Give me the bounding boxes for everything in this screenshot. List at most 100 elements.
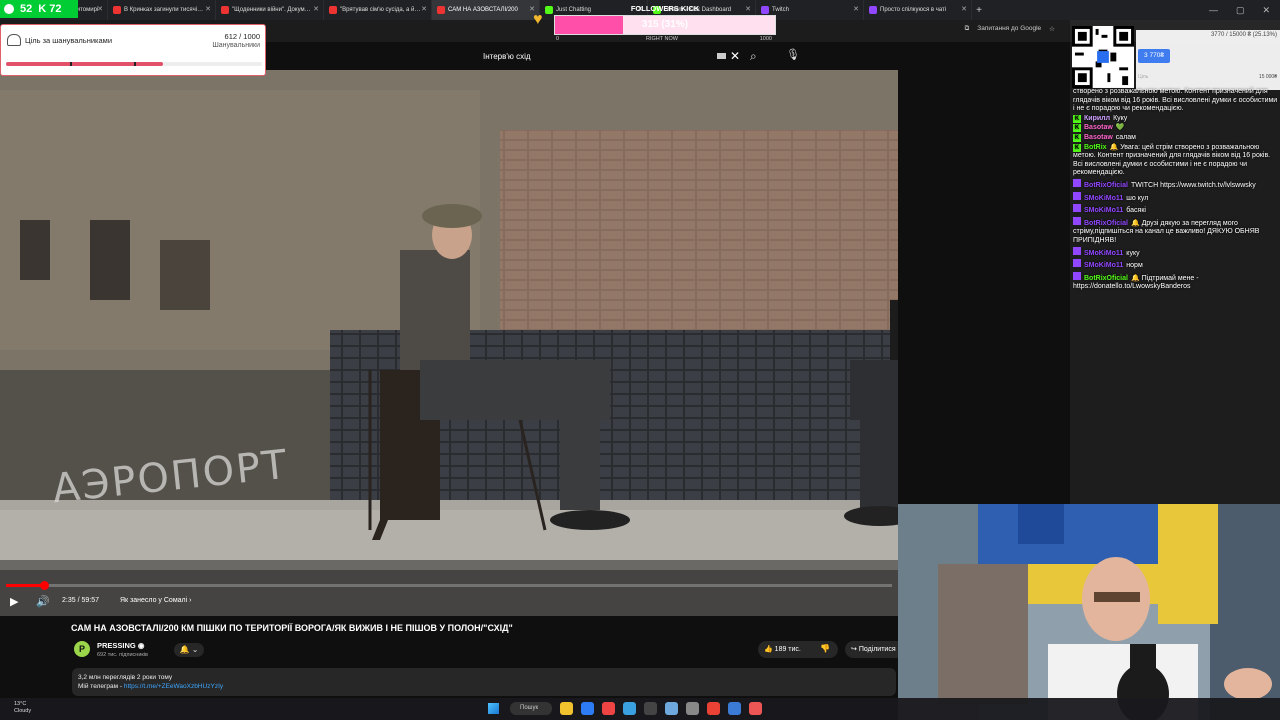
- microphone-icon[interactable]: 🎙: [786, 48, 800, 64]
- goal-tick: [134, 62, 136, 66]
- close-tab-icon[interactable]: ✕: [313, 0, 319, 20]
- chat-text: куку: [1126, 249, 1140, 257]
- chat-username[interactable]: Кирилл: [1084, 115, 1110, 122]
- chat-message: K Basotaw салам: [1073, 133, 1279, 143]
- search-icon[interactable]: ⌕: [750, 49, 757, 64]
- close-tab-icon[interactable]: ✕: [853, 0, 859, 20]
- taskbar-app-icon[interactable]: [644, 702, 657, 715]
- video-player[interactable]: АЭРОПОРТ ▶ 🔊 2:35 / 59:57 Як занесло у С…: [0, 70, 898, 616]
- keyboard-icon[interactable]: [717, 53, 726, 59]
- browser-tab[interactable]: САМ НА АЗОВСТАЛІ/200 ✕: [432, 0, 540, 20]
- kick-icon: K: [1073, 133, 1081, 142]
- verified-icon: ◉: [137, 641, 145, 650]
- close-window-button[interactable]: ✕: [1262, 5, 1270, 16]
- channel-name[interactable]: PRESSING ◉: [97, 641, 144, 650]
- taskbar-app-icon[interactable]: [560, 702, 573, 715]
- taskbar-search[interactable]: Пошук: [510, 702, 552, 715]
- notification-bell-button[interactable]: 🔔 ⌄: [174, 643, 204, 657]
- like-dislike-group: 👍 189 тис. 👎: [758, 641, 838, 658]
- search-box[interactable]: Інтерв'ю схід ✕: [476, 47, 746, 67]
- taskbar-app-icon[interactable]: [707, 702, 720, 715]
- donation-max: 15 000₴: [1258, 74, 1277, 80]
- play-icon[interactable]: ▶: [10, 595, 18, 608]
- bookmark-item[interactable]: Запитання до Google: [977, 25, 1041, 33]
- browser-tab[interactable]: Просто спілкуюся в чаті ✕: [864, 0, 972, 20]
- view-count: 3,2 млн переглядів 2 роки тому: [78, 674, 173, 681]
- chat-message: K Basotaw 💚: [1073, 124, 1279, 133]
- goal-tick: [70, 62, 72, 66]
- volume-icon[interactable]: 🔊: [36, 595, 50, 608]
- chat-username[interactable]: SMoKiMo11: [1084, 262, 1123, 269]
- followers-value: 315 (31%): [641, 19, 689, 30]
- tab-favicon-icon: [221, 6, 229, 14]
- chat-message: створено з розважальною метою. Контент п…: [1073, 88, 1279, 114]
- followers-max: 1000: [759, 36, 772, 42]
- chat-text: норм: [1126, 262, 1143, 270]
- share-label: Поділитися: [858, 646, 896, 653]
- tab-label: "Щоденники війни". Докум…: [232, 7, 311, 13]
- subscriber-count: 692 тис. підписників: [97, 652, 148, 658]
- chat-messages: створено з розважальною метою. Контент п…: [1073, 88, 1279, 293]
- search-input[interactable]: Інтерв'ю схід: [483, 52, 531, 61]
- chat-username[interactable]: Basotaw: [1084, 134, 1113, 141]
- chat-message: SMoKiMo11 норм: [1073, 259, 1279, 271]
- close-tab-icon[interactable]: ✕: [961, 0, 967, 20]
- goal-subtitle: Шанувальники: [212, 42, 260, 49]
- window-controls: — ▢ ✕: [1209, 5, 1280, 16]
- kick-viewer-badge: 52 K 72: [0, 0, 78, 18]
- taskbar-apps: [560, 702, 762, 715]
- taskbar-app-icon[interactable]: [602, 702, 615, 715]
- followers-mid: RIGHT NOW: [646, 36, 678, 42]
- chat-username[interactable]: SMoKiMo11: [1084, 207, 1123, 214]
- chat-username[interactable]: BotRix: [1084, 144, 1107, 151]
- close-tab-icon[interactable]: ✕: [205, 0, 211, 20]
- taskbar-app-icon[interactable]: [665, 702, 678, 715]
- video-progress-bar[interactable]: [6, 581, 892, 590]
- browser-tab[interactable]: "Щоденники війни". Докум… ✕: [216, 0, 324, 20]
- chat-username[interactable]: BotRixOficial: [1084, 182, 1128, 189]
- browser-tab[interactable]: В Кринках загинули тисячі… ✕: [108, 0, 216, 20]
- chat-username[interactable]: SMoKiMo11: [1084, 250, 1123, 257]
- share-button[interactable]: ↪ Поділитися: [845, 641, 905, 658]
- chat-username[interactable]: BotRixOficial: [1084, 220, 1128, 227]
- browser-tab[interactable]: "Врятував сім'ю сусіда, а й… ✕: [324, 0, 432, 20]
- maximize-button[interactable]: ▢: [1236, 5, 1245, 16]
- weather-widget[interactable]: 13°C Cloudy: [14, 701, 31, 715]
- twitch-icon: [1073, 246, 1081, 255]
- taskbar-app-icon[interactable]: [623, 702, 636, 715]
- stream-chat-panel: 3770 / 15000 ₴ (25.13%) 3 770₴ Ціль 15 0…: [1070, 20, 1280, 504]
- windows-taskbar: 13°C Cloudy Пошук: [0, 698, 1280, 720]
- kick-icon: K: [1073, 114, 1081, 123]
- channel-avatar[interactable]: P: [74, 641, 90, 657]
- chat-username[interactable]: SMoKiMo11: [1084, 195, 1123, 202]
- followers-bar: 315 (31%): [554, 15, 776, 35]
- minimize-button[interactable]: —: [1209, 5, 1218, 16]
- star-icon[interactable]: ☆: [1049, 25, 1055, 33]
- taskbar-app-icon[interactable]: [686, 702, 699, 715]
- telegram-link[interactable]: https://t.me/+ZEeWaoXzbHUzYzIy: [124, 683, 223, 690]
- google-lens-icon[interactable]: ⧉: [965, 25, 970, 33]
- bell-icon: 🔔: [179, 645, 190, 654]
- dislike-icon[interactable]: 👎: [820, 644, 830, 653]
- chat-text: салам: [1115, 133, 1136, 141]
- chapter-button[interactable]: Як занесло у Сомалі ›: [120, 597, 191, 604]
- donation-qr-code: [1072, 26, 1134, 88]
- windows-start-icon[interactable]: [488, 703, 499, 714]
- chapter-label: Як занесло у Сомалі: [120, 597, 188, 604]
- new-tab-button[interactable]: +: [972, 5, 986, 16]
- kick-viewers: K 72: [38, 3, 62, 15]
- time-display: 2:35 / 59:57: [62, 597, 99, 604]
- chat-username[interactable]: Basotaw: [1084, 124, 1113, 131]
- close-tab-icon[interactable]: ✕: [97, 0, 103, 20]
- close-tab-icon[interactable]: ✕: [421, 0, 427, 20]
- clear-search-icon[interactable]: ✕: [730, 49, 740, 63]
- chat-message: BotRixOficial 🔔 Підтримай мене - https://…: [1073, 271, 1279, 292]
- taskbar-app-icon[interactable]: [728, 702, 741, 715]
- like-button[interactable]: 👍 189 тис.: [764, 645, 801, 653]
- video-description[interactable]: 3,2 млн переглядів 2 роки тому Мій телег…: [72, 668, 896, 696]
- chat-username[interactable]: BotRixOficial: [1084, 275, 1128, 282]
- taskbar-app-icon[interactable]: [749, 702, 762, 715]
- donation-amount: 3770 / 15000 ₴ (25.13%): [1210, 32, 1277, 38]
- taskbar-app-icon[interactable]: [581, 702, 594, 715]
- donation-min: Ціль: [1138, 74, 1149, 80]
